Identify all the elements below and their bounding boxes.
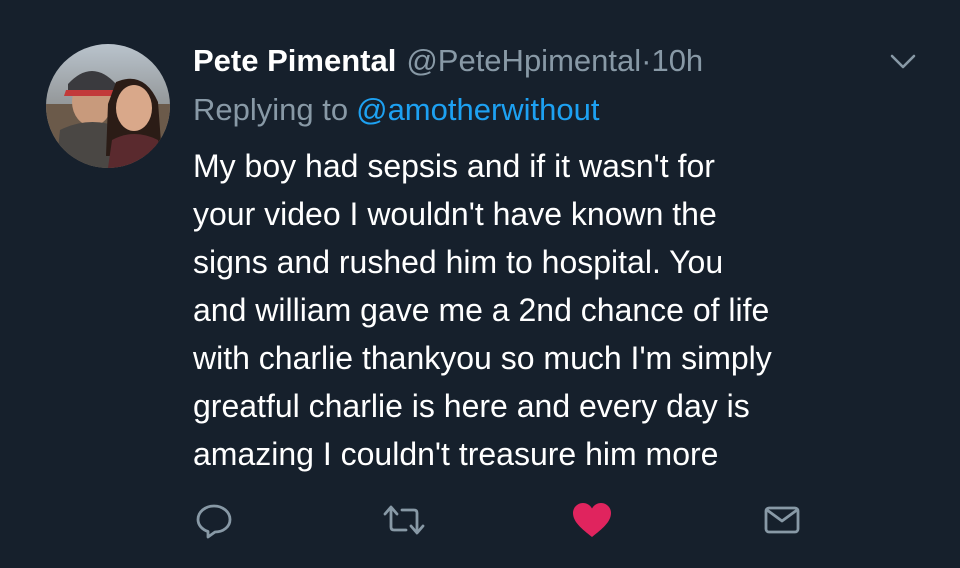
avatar[interactable] [46,44,170,168]
tweet-text-line: amazing I couldn't treasure him more [193,436,719,472]
chevron-down-icon[interactable] [888,48,918,74]
direct-message-button[interactable] [756,494,808,546]
heart-icon [573,503,611,537]
tweet-text-line: My boy had sepsis and if it wasn't for [193,148,715,184]
separator-dot: · [641,43,652,78]
display-name[interactable]: Pete Pimental [193,43,396,78]
tweet-text-line: signs and rushed him to hospital. You [193,244,724,280]
reply-bubble-icon [196,504,232,539]
timestamp[interactable]: 10h [651,43,703,78]
user-handle[interactable]: @PeteHpimental [406,43,641,78]
tweet-text-line: your video I wouldn't have known the [193,196,717,232]
like-button[interactable] [566,494,618,546]
tweet-text-line: greatful charlie is here and every day i… [193,388,750,424]
retweet-icon [383,505,425,535]
profile-photo-image [46,44,170,168]
retweet-button[interactable] [378,494,430,546]
tweet-actions [0,494,960,546]
tweet-card: Pete Pimental @PeteHpimental·10h Replying… [0,0,960,568]
replying-to-handle[interactable]: @amotherwithout [356,92,599,127]
tweet-text: My boy had sepsis and if it wasn't for y… [193,142,933,478]
reply-button[interactable] [188,494,240,546]
tweet-text-line: and william gave me a 2nd chance of life [193,292,770,328]
replying-to-line: Replying to @amotherwithout [193,88,600,132]
replying-to-label: Replying to [193,92,349,127]
tweet-text-line: with charlie thankyou so much I'm simply [193,340,772,376]
envelope-icon [764,506,800,534]
tweet-header: Pete Pimental @PeteHpimental·10h [193,38,703,84]
